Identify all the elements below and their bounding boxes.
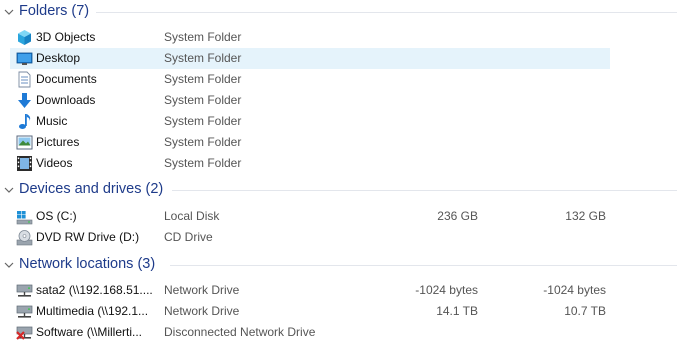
group-title-folders: Folders (7) <box>19 3 90 19</box>
chevron-down-icon[interactable] <box>4 7 14 17</box>
group-title-devices: Devices and drives (2) <box>19 181 164 197</box>
windows-drive-icon <box>16 211 33 225</box>
group-title-network: Network locations (3) <box>19 256 156 272</box>
item-type: System Folder <box>164 156 242 170</box>
chevron-down-icon[interactable] <box>4 185 14 195</box>
list-item-documents[interactable]: Documents System Folder <box>10 69 610 90</box>
item-total-size: -1024 bytes <box>415 283 478 297</box>
pictures-icon <box>16 135 33 150</box>
item-type: System Folder <box>164 30 242 44</box>
list-item-dvd-drive[interactable]: DVD RW Drive (D:) CD Drive <box>10 227 610 248</box>
group-divider <box>96 12 677 13</box>
group-divider <box>172 190 677 191</box>
item-type: Local Disk <box>164 209 220 223</box>
3d-objects-icon <box>18 30 31 45</box>
item-name: Pictures <box>36 135 80 149</box>
network-drive-icon <box>16 284 33 297</box>
item-free-space: -1024 bytes <box>543 283 606 297</box>
item-type: Network Drive <box>164 304 240 318</box>
item-name: DVD RW Drive (D:) <box>36 230 140 244</box>
group-header-devices[interactable]: Devices and drives (2) <box>0 179 677 201</box>
item-type: System Folder <box>164 72 242 86</box>
item-name: Music <box>36 114 68 128</box>
item-name: OS (C:) <box>36 209 77 223</box>
item-name: Downloads <box>36 93 96 107</box>
group-divider <box>170 265 677 266</box>
list-item-music[interactable]: Music System Folder <box>10 111 610 132</box>
item-name: Videos <box>36 156 73 170</box>
chevron-down-icon[interactable] <box>4 260 14 270</box>
list-item-pictures[interactable]: Pictures System Folder <box>10 132 610 153</box>
group-header-folders[interactable]: Folders (7) <box>0 1 677 23</box>
item-type: Network Drive <box>164 283 240 297</box>
dvd-drive-icon <box>16 230 33 246</box>
item-name: sata2 (\\192.168.51.... <box>36 283 153 297</box>
list-item-os-drive[interactable]: OS (C:) Local Disk 236 GB 132 GB <box>10 206 610 227</box>
item-name: Desktop <box>36 51 81 65</box>
list-item-3d-objects[interactable]: 3D Objects System Folder <box>10 27 610 48</box>
item-type: Disconnected Network Drive <box>164 325 316 339</box>
list-item-network-multimedia[interactable]: Multimedia (\\192.1... Network Drive 14.… <box>10 301 610 322</box>
list-item-network-software[interactable]: Software (\\Millerti... Disconnected Net… <box>10 322 610 343</box>
item-name: Documents <box>36 72 97 86</box>
item-free-space: 10.7 TB <box>564 304 606 318</box>
item-type: System Folder <box>164 51 242 65</box>
item-free-space: 132 GB <box>565 209 606 223</box>
group-header-network[interactable]: Network locations (3) <box>0 254 677 276</box>
item-type: System Folder <box>164 135 242 149</box>
list-item-network-sata2[interactable]: sata2 (\\192.168.51.... Network Drive -1… <box>10 280 610 301</box>
videos-icon <box>17 156 32 171</box>
item-total-size: 14.1 TB <box>436 304 478 318</box>
desktop-icon <box>16 52 33 65</box>
list-item-desktop[interactable]: Desktop System Folder <box>10 48 610 69</box>
item-type: CD Drive <box>164 230 213 244</box>
item-type: System Folder <box>164 114 242 128</box>
list-item-downloads[interactable]: Downloads System Folder <box>10 90 610 111</box>
item-type: System Folder <box>164 93 242 107</box>
disconnected-network-drive-icon <box>16 326 33 340</box>
downloads-icon <box>18 93 31 108</box>
item-name: 3D Objects <box>36 30 96 44</box>
network-drive-icon <box>16 305 33 318</box>
item-total-size: 236 GB <box>437 209 478 223</box>
item-name: Software (\\Millerti... <box>36 325 143 339</box>
list-item-videos[interactable]: Videos System Folder <box>10 153 610 174</box>
item-name: Multimedia (\\192.1... <box>36 304 149 318</box>
music-icon <box>19 114 31 129</box>
documents-icon <box>18 71 31 88</box>
